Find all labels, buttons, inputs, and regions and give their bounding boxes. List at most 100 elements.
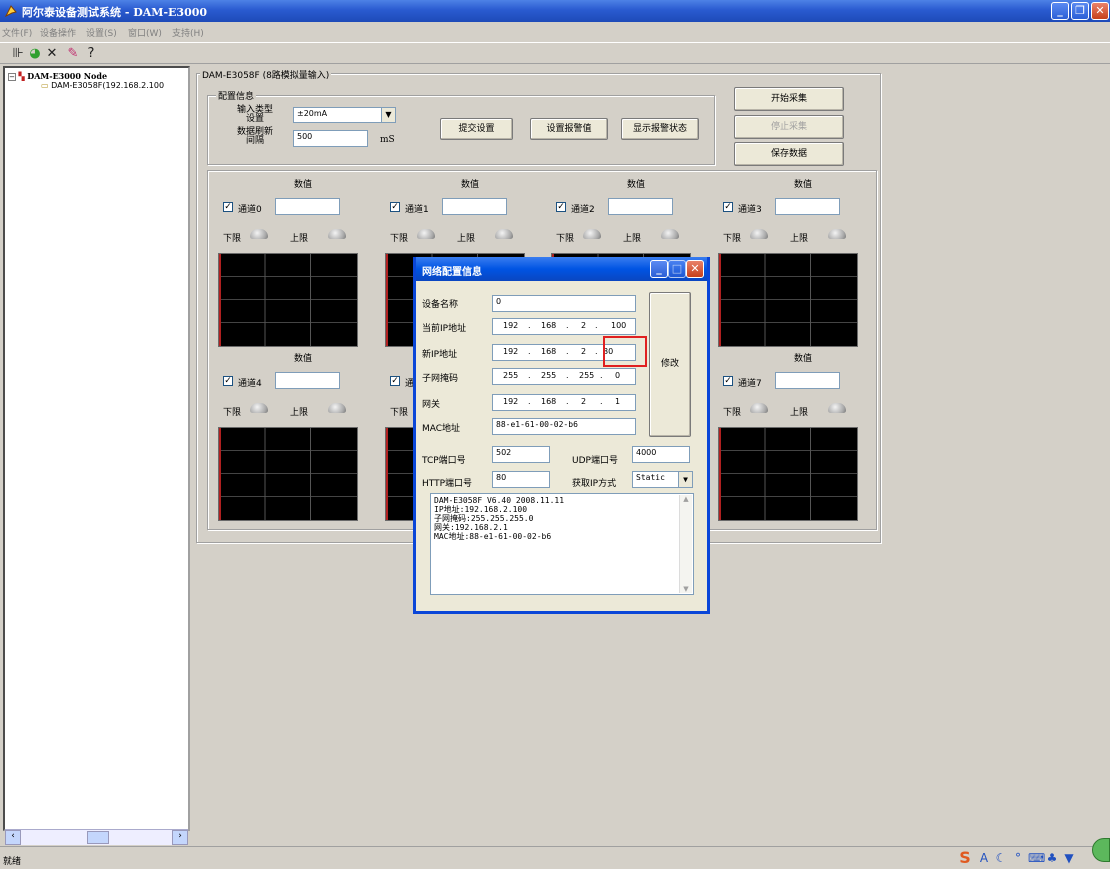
value-label: 数值 (794, 180, 813, 190)
new-ip-octet[interactable]: 192 (503, 347, 518, 356)
tree-item-device[interactable]: ▭ DAM-E3058F(192.168.2.100 (41, 81, 164, 90)
chevron-down-icon[interactable]: ▼ (381, 108, 395, 122)
user-icon[interactable]: ♣ (1045, 851, 1059, 865)
subnet-octet[interactable]: 255 (579, 371, 594, 380)
channel-checkbox[interactable]: ✓ (390, 376, 400, 386)
channel-value-field (775, 198, 840, 215)
subnet-octet[interactable]: 0 (615, 371, 620, 380)
upper-limit-label: 上限 (290, 408, 309, 418)
log-scrollbar[interactable]: ▲ ▼ (679, 495, 692, 593)
tcp-port-input[interactable]: 502 (492, 446, 550, 463)
set-alarm-button[interactable]: 设置报警值 (530, 118, 608, 140)
window-title: 阿尔泰设备测试系统 - DAM-E3000 (22, 6, 208, 19)
keyboard-icon[interactable]: ⌨ (1028, 851, 1045, 865)
subnet-mask-field[interactable]: 255. 255. 255. 0 (492, 368, 636, 385)
channel-label: 通道1 (405, 205, 429, 215)
current-ip-octet[interactable]: 168 (541, 321, 556, 330)
dialog-minimize-button[interactable]: _ (650, 260, 668, 278)
collapse-icon[interactable]: − (8, 72, 16, 81)
channel-waveform-plot (218, 253, 358, 347)
scroll-down-icon[interactable]: ▼ (680, 585, 692, 593)
channel-label: 通道7 (738, 379, 762, 389)
dialog-close-button[interactable]: ✕ (686, 260, 704, 278)
lower-limit-indicator-icon (750, 403, 768, 413)
submit-settings-button[interactable]: 提交设置 (440, 118, 513, 140)
shirt-icon[interactable]: ▼ (1062, 851, 1076, 865)
dialog-maximize-button[interactable]: □ (668, 260, 686, 278)
ip-mode-select[interactable]: Static ▼ (632, 471, 693, 488)
connect-icon[interactable]: ⊪ (10, 46, 26, 62)
input-type-label: 输入类型设置 (237, 105, 274, 124)
mac-address-label: MAC地址 (422, 424, 461, 434)
tcp-port-label: TCP端口号 (422, 456, 466, 466)
subnet-octet[interactable]: 255 (541, 371, 556, 380)
search-device-icon[interactable]: ◕ (27, 46, 43, 62)
current-ip-field[interactable]: 192. 168. 2. 100 (492, 318, 636, 335)
current-ip-octet[interactable]: 192 (503, 321, 518, 330)
refresh-interval-input[interactable]: 500 (293, 130, 368, 147)
edit-icon[interactable]: ✎ (65, 46, 81, 62)
http-port-input[interactable]: 80 (492, 471, 550, 488)
gateway-octet[interactable]: 1 (615, 397, 620, 406)
channel-checkbox[interactable]: ✓ (390, 202, 400, 212)
channel-value-field (608, 198, 673, 215)
restore-button[interactable]: ❐ (1071, 2, 1089, 20)
chevron-down-icon[interactable]: ▼ (678, 472, 692, 487)
new-ip-octet[interactable]: 168 (541, 347, 556, 356)
ip-mode-label: 获取IP方式 (572, 479, 617, 489)
help-icon[interactable]: ? (83, 46, 99, 62)
network-config-dialog: 网络配置信息 _ □ ✕ 设备名称 0 当前IP地址 192. 168. 2. … (413, 257, 710, 614)
lower-limit-indicator-icon (417, 229, 435, 239)
menu-settings[interactable]: 设置(S) (86, 26, 117, 39)
input-type-select[interactable]: ±20mA ▼ (293, 107, 396, 123)
gateway-field[interactable]: 192. 168. 2. 1 (492, 394, 636, 411)
moon-icon[interactable]: ☾ (994, 851, 1008, 865)
save-data-button[interactable]: 保存数据 (734, 142, 844, 166)
delete-icon[interactable]: ✕ (44, 46, 60, 62)
menu-support[interactable]: 支持(H) (172, 26, 204, 39)
current-ip-octet[interactable]: 2 (581, 321, 586, 330)
minimize-button[interactable]: _ (1051, 2, 1069, 20)
horizontal-scrollbar[interactable]: ‹ › (5, 829, 188, 845)
value-label: 数值 (627, 180, 646, 190)
scroll-right-icon[interactable]: › (172, 830, 188, 845)
gateway-octet[interactable]: 2 (581, 397, 586, 406)
upper-limit-label: 上限 (457, 234, 476, 244)
udp-port-input[interactable]: 4000 (632, 446, 690, 463)
new-ip-octet[interactable]: 2 (581, 347, 586, 356)
start-acquisition-button[interactable]: 开始采集 (734, 87, 844, 111)
tree-root[interactable]: − ▚ DAM-E3000 Node (8, 71, 107, 81)
menu-device-ops[interactable]: 设备操作 (40, 26, 76, 39)
refresh-interval-label: 数据刷新间隔 (237, 127, 274, 146)
notification-badge-icon[interactable] (1092, 838, 1110, 862)
punctuation-icon[interactable]: ° (1011, 851, 1025, 865)
upper-limit-indicator-icon (661, 229, 679, 239)
close-button[interactable]: ✕ (1091, 2, 1109, 20)
new-ip-label: 新IP地址 (422, 350, 458, 360)
subnet-octet[interactable]: 255 (503, 371, 518, 380)
mac-address-input[interactable]: 88-e1-61-00-02-b6 (492, 418, 636, 435)
menu-window[interactable]: 窗口(W) (128, 26, 162, 39)
scroll-thumb[interactable] (87, 831, 109, 844)
upper-limit-indicator-icon (328, 229, 346, 239)
gateway-octet[interactable]: 192 (503, 397, 518, 406)
menu-file[interactable]: 文件(F) (2, 26, 32, 39)
channel-checkbox[interactable]: ✓ (723, 376, 733, 386)
stop-acquisition-button[interactable]: 停止采集 (734, 115, 844, 139)
device-info-log[interactable]: DAM-E3058F V6.40 2008.11.11 IP地址:192.168… (430, 493, 694, 595)
scroll-left-icon[interactable]: ‹ (5, 830, 21, 845)
input-mode-icon[interactable]: A (977, 851, 991, 865)
channel-checkbox[interactable]: ✓ (723, 202, 733, 212)
sogou-icon[interactable]: S (958, 850, 972, 866)
lower-limit-label: 下限 (723, 234, 742, 244)
scroll-up-icon[interactable]: ▲ (680, 495, 692, 503)
current-ip-octet[interactable]: 100 (611, 321, 626, 330)
channel-checkbox[interactable]: ✓ (223, 202, 233, 212)
lower-limit-label: 下限 (223, 408, 242, 418)
show-alarm-status-button[interactable]: 显示报警状态 (621, 118, 699, 140)
channel-checkbox[interactable]: ✓ (556, 202, 566, 212)
modify-button[interactable]: 修改 (649, 292, 691, 437)
gateway-octet[interactable]: 168 (541, 397, 556, 406)
device-name-input[interactable]: 0 (492, 295, 636, 312)
channel-checkbox[interactable]: ✓ (223, 376, 233, 386)
